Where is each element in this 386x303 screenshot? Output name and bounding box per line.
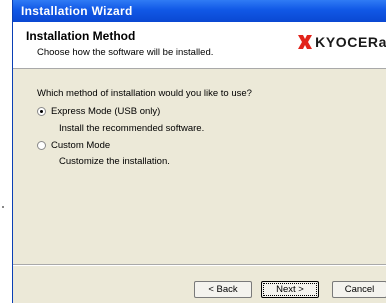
page-title: Installation Method (26, 29, 136, 43)
kyocera-logo: KYOCERa (298, 34, 386, 50)
logo-text: KYOCERa (315, 34, 386, 50)
express-mode-option[interactable]: Express Mode (USB only) (37, 106, 160, 117)
kyocera-logo-icon (298, 35, 313, 49)
custom-mode-radio[interactable] (37, 141, 46, 150)
express-mode-label[interactable]: Express Mode (USB only) (51, 106, 160, 117)
background-dot (2, 206, 4, 208)
back-button[interactable]: < Back (194, 281, 252, 298)
next-button[interactable]: Next > (261, 281, 319, 298)
express-mode-description: Install the recommended software. (59, 123, 205, 134)
cancel-button[interactable]: Cancel (332, 281, 386, 298)
wizard-content: Which method of installation would you l… (13, 68, 386, 264)
custom-mode-option[interactable]: Custom Mode (37, 140, 110, 151)
page-subtitle: Choose how the software will be installe… (37, 47, 214, 58)
install-method-question: Which method of installation would you l… (37, 88, 252, 99)
express-mode-radio[interactable] (37, 107, 46, 116)
title-bar[interactable]: Installation Wizard (13, 0, 386, 22)
wizard-header: Installation Method Choose how the softw… (13, 22, 386, 69)
custom-mode-label[interactable]: Custom Mode (51, 140, 110, 151)
custom-mode-description: Customize the installation. (59, 156, 170, 167)
window-title: Installation Wizard (21, 4, 133, 18)
footer-divider (13, 264, 386, 266)
installation-wizard-window: Installation Wizard Installation Method … (12, 0, 386, 303)
